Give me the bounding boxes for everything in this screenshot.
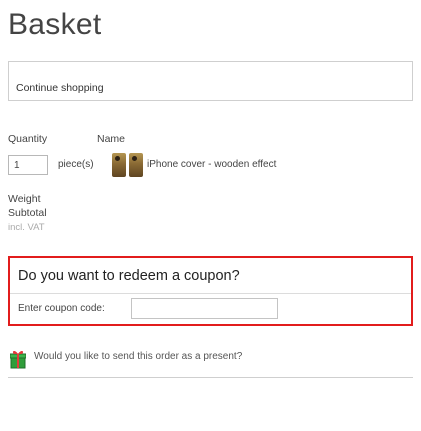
- coupon-divider: [10, 293, 411, 294]
- weight-label: Weight: [8, 193, 41, 205]
- name-header: Name: [97, 133, 126, 145]
- coupon-title: Do you want to redeem a coupon?: [18, 268, 240, 284]
- phone-cover-thumbnail-icon[interactable]: [129, 153, 143, 177]
- coupon-panel: Do you want to redeem a coupon? Enter co…: [8, 256, 413, 326]
- gift-option-text[interactable]: Would you like to send this order as a p…: [34, 351, 242, 362]
- page-title: Basket: [8, 8, 102, 41]
- subtotal-label: Subtotal: [8, 207, 47, 219]
- coupon-code-input[interactable]: [131, 298, 278, 319]
- continue-shopping-link[interactable]: Continue shopping: [16, 82, 104, 94]
- unit-label: piece(s): [58, 159, 94, 170]
- divider: [8, 377, 413, 378]
- coupon-code-label: Enter coupon code:: [18, 303, 105, 314]
- basket-item-row: piece(s) iPhone cover - wooden effect: [8, 153, 413, 177]
- quantity-input[interactable]: [8, 155, 48, 175]
- quantity-header: Quantity: [8, 133, 48, 145]
- product-name-link[interactable]: iPhone cover - wooden effect: [147, 159, 276, 170]
- phone-cover-thumbnail-icon[interactable]: [112, 153, 126, 177]
- gift-icon[interactable]: [9, 349, 27, 369]
- continue-shopping-bar: Continue shopping: [8, 61, 413, 101]
- vat-note: incl. VAT: [8, 222, 45, 233]
